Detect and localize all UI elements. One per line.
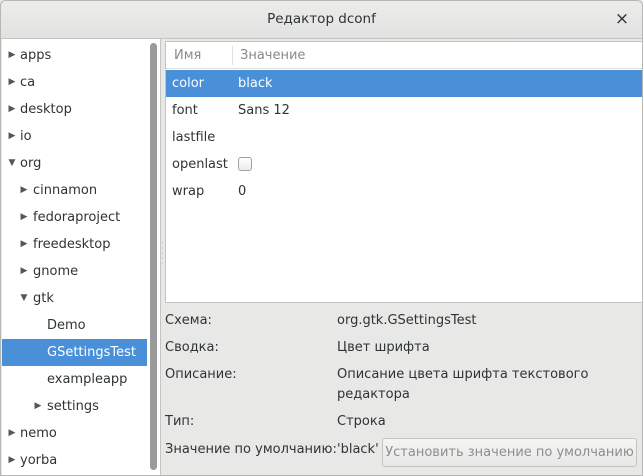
type-value: Строка [337,414,386,429]
pane-resize-handle[interactable]: · · · · · [161,240,164,271]
summary-label: Сводка: [165,340,219,355]
tree-item-label: io [20,129,32,144]
table-row-font[interactable]: font Sans 12 [166,97,642,124]
tree-item-desktop[interactable]: ▶ desktop [2,96,147,123]
tree-item-label: settings [47,399,99,414]
column-separator [232,46,233,65]
tree-item-label: exampleapp [47,372,128,387]
tree-item-label: Demo [47,318,86,333]
expander-collapsed-icon[interactable]: ▶ [19,258,29,285]
tree-item-label: yorba [20,453,58,468]
tree-item-fedoraproject[interactable]: ▶ fedoraproject [2,204,147,231]
expander-collapsed-icon[interactable]: ▶ [19,177,29,204]
table-row-lastfile[interactable]: lastfile [166,124,642,151]
tree-item-label: freedesktop [33,237,111,252]
type-label: Тип: [165,414,195,429]
expander-collapsed-icon[interactable]: ▶ [19,231,29,258]
tree-item-demo[interactable]: Demo [2,312,147,339]
expander-collapsed-icon[interactable]: ▶ [7,42,17,69]
key-name: font [172,103,198,118]
tree-item-label: cinnamon [33,183,98,198]
scrollbar-thumb[interactable] [150,43,157,470]
column-header-name[interactable]: Имя [174,42,201,69]
expander-expanded-icon[interactable]: ▼ [19,285,29,312]
tree-item-cinnamon[interactable]: ▶ cinnamon [2,177,147,204]
tree-item-label: gtk [33,291,54,306]
tree-item-yorba[interactable]: ▶ yorba [2,447,147,474]
tree-item-label: fedoraproject [33,210,121,225]
schema-tree[interactable]: ▶ apps ▶ ca ▶ desktop ▶ io ▼ org ▶ cinna… [2,39,161,475]
tree-item-label: GSettingsTest [47,345,136,360]
tree-item-gtk[interactable]: ▼ gtk [2,285,147,312]
set-default-button[interactable]: Установить значение по умолчанию [382,438,637,467]
key-name: lastfile [172,130,216,145]
tree-item-label: desktop [20,102,72,117]
expander-collapsed-icon[interactable]: ▶ [7,420,17,447]
table-row-color[interactable]: color black [166,70,642,97]
keys-table[interactable]: Имя Значение color black font Sans 12 la… [165,41,642,303]
summary-value: Цвет шрифта [337,340,430,355]
table-header: Имя Значение [166,42,642,69]
close-icon[interactable]: × [612,9,632,29]
column-header-value[interactable]: Значение [240,42,305,69]
key-value[interactable]: black [238,70,273,97]
expander-collapsed-icon[interactable]: ▶ [7,69,17,96]
tree-item-ca[interactable]: ▶ ca [2,69,147,96]
tree-item-label: gnome [33,264,79,279]
expander-collapsed-icon[interactable]: ▶ [7,447,17,474]
default-value-label: Значение по умолчанию: [165,442,337,457]
expander-expanded-icon[interactable]: ▼ [7,150,17,177]
tree-item-label: apps [20,48,52,63]
description-label: Описание: [165,367,237,382]
key-name: openlast [172,157,228,172]
key-name: wrap [172,184,205,199]
titlebar[interactable]: Редактор dconf × [1,1,642,39]
tree-item-settings[interactable]: ▶ settings [2,393,147,420]
tree-item-label: org [20,156,42,171]
key-value[interactable]: 0 [238,178,246,205]
schema-label: Схема: [165,313,212,328]
key-name: color [172,76,205,91]
expander-collapsed-icon[interactable]: ▶ [7,96,17,123]
default-value: 'black' [337,442,379,457]
expander-collapsed-icon[interactable]: ▶ [19,204,29,231]
window-title: Редактор dconf [267,11,376,27]
tree-item-apps[interactable]: ▶ apps [2,42,147,69]
key-value[interactable]: Sans 12 [238,97,290,124]
tree-item-io[interactable]: ▶ io [2,123,147,150]
tree-item-label: nemo [20,426,57,441]
tree-item-org[interactable]: ▼ org [2,150,147,177]
tree-item-freedesktop[interactable]: ▶ freedesktop [2,231,147,258]
tree-item-exampleapp[interactable]: exampleapp [2,366,147,393]
description-value: Описание цвета шрифта текстового редакто… [337,367,589,402]
openlast-checkbox[interactable] [238,157,252,171]
tree-item-label: ca [20,75,36,90]
tree-item-nemo[interactable]: ▶ nemo [2,420,147,447]
expander-collapsed-icon[interactable]: ▶ [33,393,43,420]
tree-scrollbar[interactable] [149,43,158,473]
dconf-editor-window: Редактор dconf × ▶ apps ▶ ca ▶ desktop ▶… [0,0,643,476]
schema-value: org.gtk.GSettingsTest [337,313,477,328]
tree-item-gsettingstest[interactable]: GSettingsTest [2,339,147,366]
tree-item-gnome[interactable]: ▶ gnome [2,258,147,285]
expander-collapsed-icon[interactable]: ▶ [7,123,17,150]
table-row-wrap[interactable]: wrap 0 [166,178,642,205]
table-row-openlast[interactable]: openlast [166,151,642,178]
